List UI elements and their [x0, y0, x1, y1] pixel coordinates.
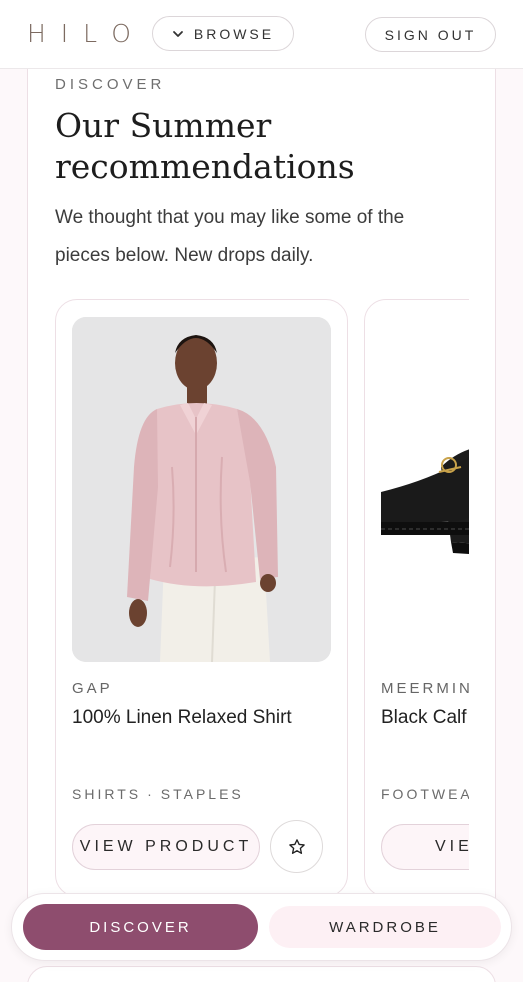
view-product-button[interactable]: VIEW PRODUCT	[72, 824, 260, 870]
product-card[interactable]: GAP 100% Linen Relaxed Shirt SHIRTS · STAP…	[55, 299, 348, 897]
black-loafer-shoe-icon	[381, 317, 469, 662]
page-title: Our Summer recommendations	[55, 106, 355, 186]
browse-button[interactable]: BROWSE	[152, 16, 294, 51]
product-brand: GAP	[72, 680, 113, 697]
top-bar: HILO BROWSE SIGN OUT	[0, 0, 523, 69]
model-pink-linen-shirt-icon	[72, 317, 331, 662]
product-tags: SHIRTS · STAPLES	[72, 786, 244, 802]
view-product-button[interactable]: VIEW P	[381, 824, 469, 870]
tag-label: FOOTWEAR	[381, 786, 469, 802]
product-card[interactable]: MEERMIN Black Calf FOOTWEAR VIEW P	[364, 299, 469, 897]
favorite-button[interactable]	[270, 820, 323, 873]
section-eyebrow: DISCOVER	[55, 76, 166, 93]
tag-separator: ·	[147, 786, 155, 802]
product-carousel[interactable]: GAP 100% Linen Relaxed Shirt SHIRTS · STAP…	[55, 299, 469, 899]
tab-wardrobe[interactable]: WARDROBE	[269, 906, 501, 948]
product-brand: MEERMIN	[381, 680, 469, 697]
bottom-nav: DISCOVER WARDROBE	[11, 893, 512, 961]
product-image[interactable]	[72, 317, 331, 662]
tag-label: SHIRTS	[72, 786, 142, 802]
sign-out-button[interactable]: SIGN OUT	[365, 17, 496, 52]
product-image[interactable]	[381, 317, 469, 662]
discover-panel: DISCOVER Our Summer recommendations We t…	[27, 40, 496, 940]
product-tags: FOOTWEAR	[381, 786, 469, 802]
product-name[interactable]: Black Calf	[381, 707, 467, 729]
star-icon	[288, 838, 305, 854]
tag-label: STAPLES	[160, 786, 244, 802]
product-name[interactable]: 100% Linen Relaxed Shirt	[72, 707, 292, 729]
page-subtitle: We thought that you may like some of the…	[55, 207, 405, 266]
chevron-down-icon	[172, 30, 183, 37]
browse-label: BROWSE	[193, 25, 275, 42]
next-section-card	[27, 966, 496, 982]
tab-discover[interactable]: DISCOVER	[23, 904, 258, 950]
logo[interactable]: HILO	[27, 19, 146, 48]
